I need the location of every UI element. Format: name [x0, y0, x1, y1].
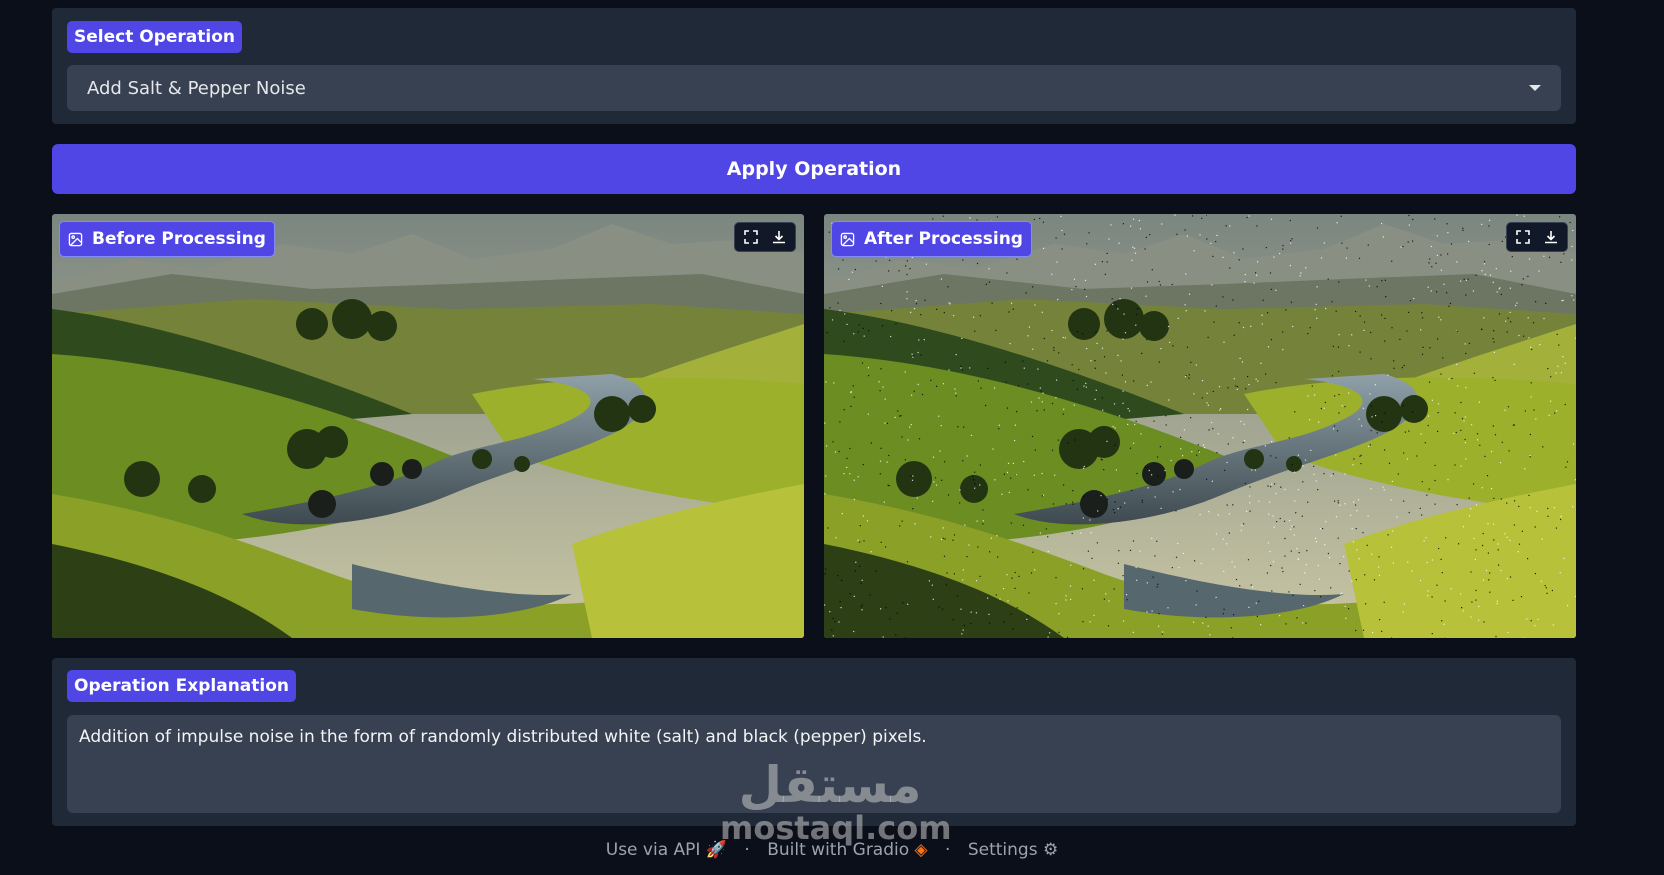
- landscape-image-noisy: [824, 214, 1576, 638]
- explanation-panel: Operation Explanation Addition of impuls…: [52, 658, 1576, 826]
- gear-icon: ⚙: [1042, 840, 1059, 860]
- before-image-label-text: Before Processing: [92, 229, 266, 249]
- before-image-label: Before Processing: [59, 221, 275, 257]
- landscape-image: [52, 214, 804, 638]
- built-with-gradio-link[interactable]: Built with Gradio ◈: [767, 840, 927, 860]
- image-icon: [68, 232, 83, 246]
- after-image-label-text: After Processing: [864, 229, 1023, 249]
- fullscreen-icon[interactable]: [1511, 225, 1535, 249]
- footer-separator: ·: [945, 840, 951, 860]
- operation-label: Select Operation: [67, 21, 242, 53]
- use-via-api-link[interactable]: Use via API 🚀: [606, 840, 727, 860]
- footer: Use via API 🚀 · Built with Gradio ◈ · Se…: [0, 840, 1664, 860]
- settings-link[interactable]: Settings ⚙: [968, 840, 1058, 860]
- operation-panel: Select Operation Add Salt & Pepper Noise: [52, 8, 1576, 124]
- chevron-down-icon: [1529, 85, 1541, 91]
- download-icon[interactable]: [1539, 225, 1563, 249]
- image-icon: [840, 232, 855, 246]
- after-image-label: After Processing: [831, 221, 1032, 257]
- operation-selected-value: Add Salt & Pepper Noise: [87, 77, 306, 99]
- footer-separator: ·: [744, 840, 750, 860]
- before-image-toolbar: [734, 222, 796, 252]
- after-image-toolbar: [1506, 222, 1568, 252]
- gradio-logo-icon: ◈: [914, 840, 928, 860]
- before-image-panel: Before Processing: [52, 214, 804, 638]
- fullscreen-icon[interactable]: [739, 225, 763, 249]
- explanation-text: Addition of impulse noise in the form of…: [79, 727, 927, 747]
- after-image-panel: After Processing: [824, 214, 1576, 638]
- operation-dropdown[interactable]: Add Salt & Pepper Noise: [67, 65, 1561, 111]
- rocket-icon: 🚀: [705, 840, 727, 860]
- explanation-label: Operation Explanation: [67, 670, 297, 702]
- download-icon[interactable]: [767, 225, 791, 249]
- apply-operation-button[interactable]: Apply Operation: [52, 144, 1576, 194]
- explanation-textbox[interactable]: Addition of impulse noise in the form of…: [67, 715, 1561, 813]
